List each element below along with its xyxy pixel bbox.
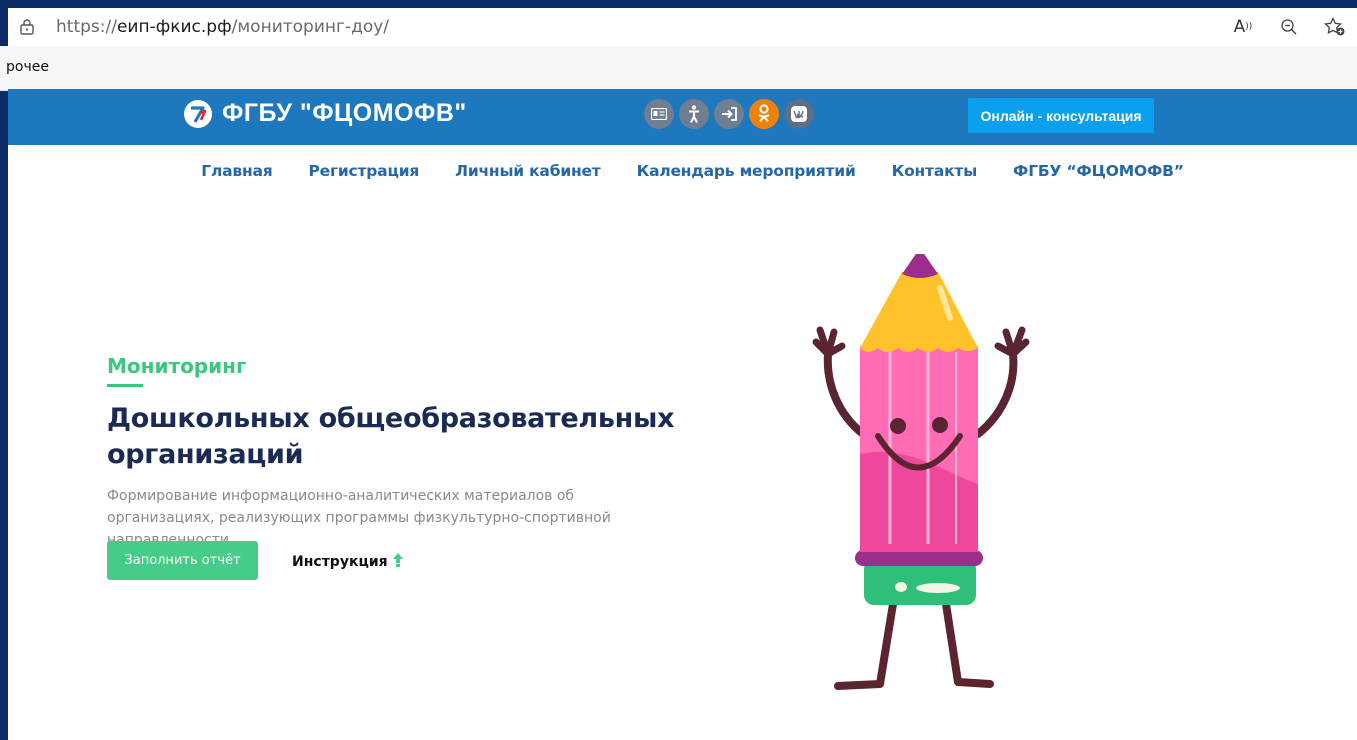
hero-title: Дошкольных общеобразовательных организац…	[107, 403, 675, 470]
nav-item-home[interactable]: Главная	[201, 162, 272, 186]
bookmark-other[interactable]: рочее	[6, 59, 49, 75]
url-path: /мониторинг-доу/	[231, 17, 390, 37]
zoom-out-icon[interactable]	[1277, 15, 1301, 39]
site-logo[interactable]: ФГБУ "ФЦОМОФВ"	[184, 99, 467, 128]
read-aloud-icon[interactable]: A))	[1231, 15, 1255, 39]
url-scheme: https://	[56, 17, 117, 37]
instruction-link[interactable]: Инструкция	[292, 552, 404, 572]
nav-item-registration[interactable]: Регистрация	[308, 162, 419, 186]
nav-item-calendar[interactable]: Календарь мероприятий	[637, 162, 856, 186]
logo-text: ФГБУ "ФЦОМОФВ"	[222, 99, 467, 127]
download-icon	[392, 552, 404, 572]
add-favorite-icon[interactable]	[1323, 15, 1347, 39]
login-icon[interactable]	[714, 99, 744, 129]
lock-icon[interactable]	[20, 19, 34, 35]
vk-icon[interactable]	[784, 99, 814, 129]
browser-actions: A))	[1231, 8, 1347, 46]
address-bar[interactable]: https://еип-фкис.рф/мониторинг-доу/ A))	[8, 8, 1357, 46]
kicker-underline	[107, 384, 143, 387]
nav-item-account[interactable]: Личный кабинет	[455, 162, 601, 186]
instruction-label: Инструкция	[292, 554, 388, 570]
nav-item-organization[interactable]: ФГБУ “ФЦОМОФВ”	[1013, 162, 1184, 186]
id-card-icon[interactable]	[644, 99, 674, 129]
site-header: ФГБУ "ФЦОМОФВ" Онлайн - консультация	[8, 89, 1357, 145]
web-page: ФГБУ "ФЦОМОФВ" Онлайн - консультация Гла…	[8, 89, 1357, 740]
url-text[interactable]: https://еип-фкис.рф/мониторинг-доу/	[56, 17, 389, 37]
logo-emblem-icon	[184, 99, 212, 128]
header-icons	[644, 99, 814, 129]
pencil-mascot-illustration	[812, 254, 1030, 690]
accessibility-icon[interactable]	[679, 99, 709, 129]
online-consultation-button[interactable]: Онлайн - консультация	[968, 98, 1154, 133]
url-host: еип-фкис.рф	[116, 17, 232, 37]
nav-item-contacts[interactable]: Контакты	[892, 162, 978, 186]
main-nav: Главная Регистрация Личный кабинет Кален…	[8, 162, 1357, 186]
hero-kicker: Мониторинг	[107, 354, 247, 378]
odnoklassniki-icon[interactable]	[749, 99, 779, 129]
bookmarks-bar: рочее	[0, 46, 1357, 91]
fill-report-button[interactable]: Заполнить отчёт	[107, 541, 258, 580]
